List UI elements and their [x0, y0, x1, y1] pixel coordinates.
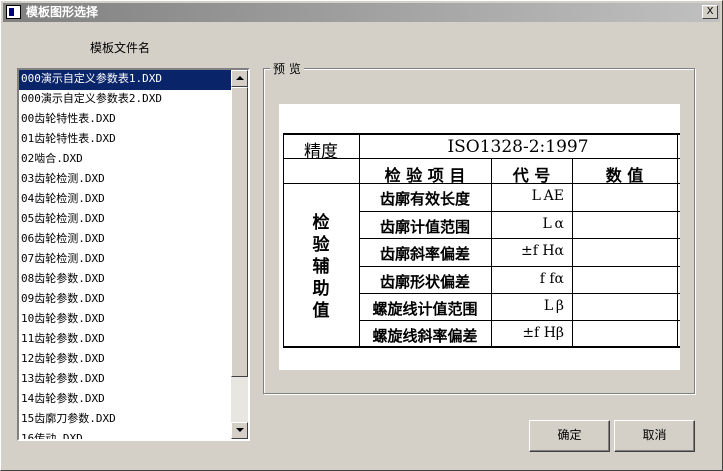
precision-label: 精度: [304, 142, 338, 162]
arrow-up-icon: [236, 76, 244, 80]
template-file-list: 000演示自定义参数表1.DXD 000演示自定义参数表2.DXD 00齿轮特性表.…: [19, 70, 231, 439]
row-item-text: 螺旋线斜率偏差: [372, 327, 478, 345]
list-item[interactable]: 06齿轮检测.DXD: [19, 230, 231, 250]
standard-text: ISO1328-2:1997: [447, 137, 589, 157]
table-line: [359, 266, 680, 267]
row-item-text: 齿廓斜率偏差: [379, 245, 470, 263]
list-item[interactable]: 10齿轮参数.DXD: [19, 310, 231, 330]
scroll-up-button[interactable]: [231, 70, 248, 87]
row-code-text: L AE: [531, 188, 564, 204]
table-line: [359, 238, 680, 239]
cancel-button[interactable]: 取消: [614, 420, 695, 452]
col-code-header: 代 号: [512, 166, 551, 185]
list-scrollbar[interactable]: [231, 70, 248, 439]
list-item[interactable]: 03齿轮检测.DXD: [19, 170, 231, 190]
scroll-down-button[interactable]: [231, 422, 248, 439]
row-code-text: L β: [543, 298, 564, 314]
title-bar[interactable]: 模板图形选择 X: [3, 3, 720, 22]
scroll-thumb[interactable]: [231, 87, 248, 377]
table-line: [283, 133, 284, 347]
template-file-listbox[interactable]: 000演示自定义参数表1.DXD 000演示自定义参数表2.DXD 00齿轮特性表.…: [17, 68, 250, 441]
table-line: [283, 133, 680, 135]
list-item[interactable]: 02啮合.DXD: [19, 150, 231, 170]
table-line: [572, 158, 573, 347]
row-item-text: 螺旋线计值范围: [372, 300, 478, 318]
row-code-text: ±f Hα: [520, 243, 564, 259]
row-item-text: 齿廓计值范围: [379, 218, 470, 236]
table-line: [283, 346, 680, 348]
table-line: [359, 293, 680, 294]
row-item-text: 齿廓形状偏差: [379, 273, 470, 291]
list-item[interactable]: 08齿轮参数.DXD: [19, 270, 231, 290]
close-button[interactable]: X: [702, 5, 718, 19]
col-value-header: 数 值: [605, 166, 644, 185]
list-item[interactable]: 07齿轮检测.DXD: [19, 250, 231, 270]
row-item-text: 齿廓有效长度: [379, 190, 470, 208]
template-file-label: 模板文件名: [90, 41, 151, 55]
list-item[interactable]: 13齿轮参数.DXD: [19, 370, 231, 390]
ok-button[interactable]: 确定: [529, 420, 610, 452]
list-item[interactable]: 00齿轮特性表.DXD: [19, 110, 231, 130]
list-item[interactable]: 09齿轮参数.DXD: [19, 290, 231, 310]
app-icon: [6, 5, 21, 19]
arrow-down-icon: [236, 428, 244, 432]
preview-canvas: 精度 ISO1328-2:1997 检 验 项 目 代 号 数 值 检验辅助值 …: [279, 104, 680, 370]
window-title: 模板图形选择: [26, 5, 99, 19]
list-item[interactable]: 05齿轮检测.DXD: [19, 210, 231, 230]
list-item[interactable]: 15齿廓刀参数.DXD: [19, 410, 231, 430]
list-item[interactable]: 000演示自定义参数表1.DXD: [19, 70, 231, 90]
preview-label: 预 览: [270, 60, 304, 77]
group-label: 检验辅助值: [312, 213, 330, 321]
table-line: [491, 158, 492, 347]
col-item-header: 检 验 项 目: [384, 166, 466, 185]
table-line: [677, 133, 678, 347]
list-item[interactable]: 16传动.DXD: [19, 430, 231, 439]
table-line: [359, 211, 680, 212]
table-line: [359, 320, 680, 321]
list-item[interactable]: 11齿轮参数.DXD: [19, 330, 231, 350]
list-item[interactable]: 000演示自定义参数表2.DXD: [19, 90, 231, 110]
row-code-text: f fα: [539, 271, 564, 287]
list-item[interactable]: 14齿轮参数.DXD: [19, 390, 231, 410]
list-item[interactable]: 04齿轮检测.DXD: [19, 190, 231, 210]
row-code-text: L α: [542, 216, 564, 232]
list-item[interactable]: 12齿轮参数.DXD: [19, 350, 231, 370]
row-code-text: ±f Hβ: [522, 325, 564, 341]
list-item[interactable]: 01齿轮特性表.DXD: [19, 130, 231, 150]
